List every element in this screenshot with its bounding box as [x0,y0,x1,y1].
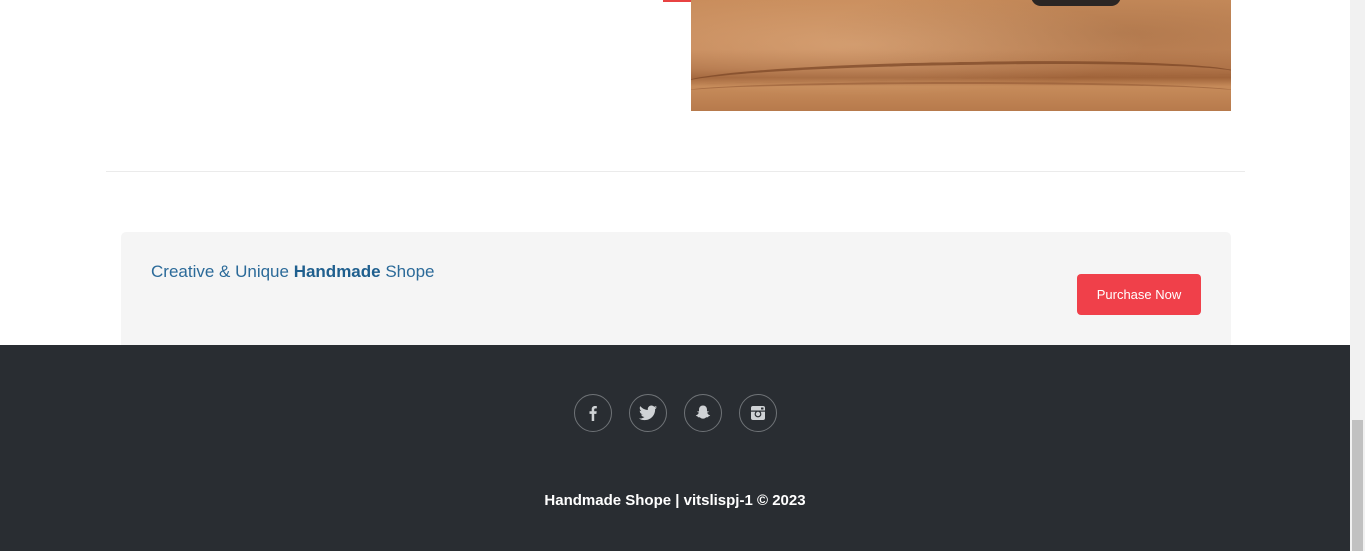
purchase-now-button[interactable]: Purchase Now [1077,274,1201,315]
social-links [574,394,777,432]
cta-title-prefix: Creative & Unique [151,262,294,281]
twitter-link[interactable] [629,394,667,432]
cta-banner: Creative & Unique Handmade Shope Purchas… [121,232,1231,345]
image-strap [1031,0,1121,6]
image-edge-lower [691,82,1231,98]
cta-title-suffix: Shope [380,262,435,281]
cta-title: Creative & Unique Handmade Shope [151,262,435,282]
section-divider [106,171,1245,172]
scrollbar-thumb[interactable] [1352,420,1363,551]
facebook-icon [589,406,597,421]
instagram-link[interactable] [739,394,777,432]
product-image-leather[interactable] [691,0,1231,111]
snapchat-link[interactable] [684,394,722,432]
footer: Handmade Shope | vitslispj-1 © 2023 [0,345,1350,551]
copyright-text: Handmade Shope | vitslispj-1 © 2023 [544,492,806,509]
snapchat-icon [695,405,711,419]
page: Creative & Unique Handmade Shope Purchas… [0,0,1350,551]
twitter-icon [639,405,657,421]
cta-title-bold: Handmade [293,262,381,281]
instagram-icon [751,406,765,420]
facebook-link[interactable] [574,394,612,432]
